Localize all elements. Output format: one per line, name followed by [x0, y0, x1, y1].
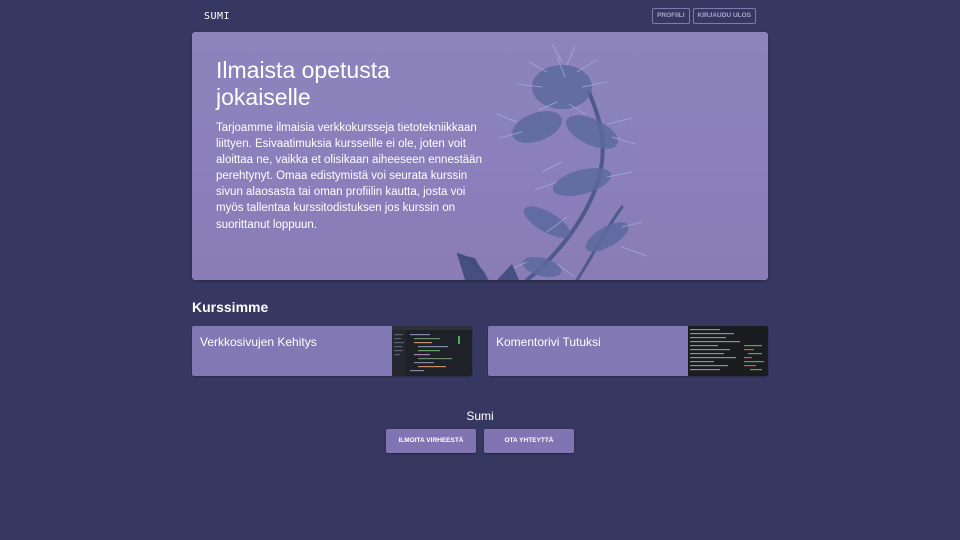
report-bug-button[interactable]: ILMOITA VIRHEESTÄ [386, 429, 476, 453]
hero-title: Ilmaista opetusta jokaiselle [216, 57, 390, 110]
course-card-command-line[interactable]: Komentorivi Tutuksi [488, 326, 768, 376]
footer-title: Sumi [466, 409, 494, 423]
contact-button[interactable]: OTA YHTEYTTÄ [484, 429, 574, 453]
hero-banner: Ilmaista opetusta jokaiselle Tarjoamme i… [192, 32, 768, 280]
hero-description: Tarjoamme ilmaisia verkkokursseja tietot… [216, 122, 482, 231]
footer-actions: ILMOITA VIRHEESTÄ OTA YHTEYTTÄ [386, 429, 574, 453]
thistle-flower-illustration [457, 43, 648, 280]
course-title: Verkkosivujen Kehitys [200, 335, 317, 349]
logout-button[interactable]: KIRJAUDU ULOS [692, 8, 756, 24]
course-card-web-development[interactable]: Verkkosivujen Kehitys [192, 326, 472, 376]
top-navigation: SUMI PROFIILI KIRJAUDU ULOS [192, 8, 768, 24]
profile-button[interactable]: PROFIILI [652, 8, 690, 24]
course-title: Komentorivi Tutuksi [496, 335, 601, 349]
code-editor-screenshot-icon [392, 326, 472, 376]
account-actions: PROFIILI KIRJAUDU ULOS [652, 8, 756, 24]
courses-heading: Kurssimme [192, 299, 269, 315]
brand-logo[interactable]: SUMI [204, 11, 230, 22]
terminal-screenshot-icon [688, 326, 768, 376]
